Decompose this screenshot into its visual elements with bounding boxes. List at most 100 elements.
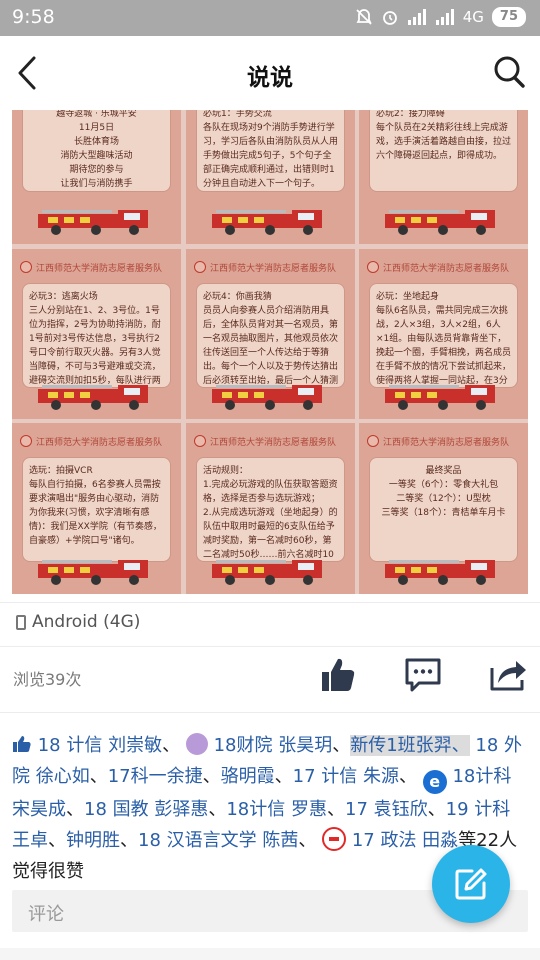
seal-icon xyxy=(20,435,32,447)
liker-name[interactable]: 18 国教 彭驿惠 xyxy=(84,799,208,820)
search-icon[interactable] xyxy=(492,54,526,90)
separator: 、 xyxy=(66,799,84,820)
view-count: 浏览39次 xyxy=(13,670,82,689)
mute-icon xyxy=(356,9,372,25)
poster-banner: 江西师范大学消防志愿者服务队 xyxy=(20,429,173,453)
poster-banner-text: 江西师范大学消防志愿者服务队 xyxy=(210,437,337,448)
comment-dots-icon[interactable] xyxy=(403,656,443,694)
fire-truck-icon xyxy=(208,379,334,411)
seal-icon xyxy=(367,261,379,273)
poster-text: 活动规则： 1.完成必玩游戏的队伍获取答题资格，选择是否参与选玩游戏； 2.从完… xyxy=(196,457,345,562)
separator: 、 xyxy=(208,799,227,820)
poster-text: 必玩3：逃离火场 三人分别站在1、2、3号位。1号位为指挥，2号为协助持消防，耐… xyxy=(22,283,171,388)
liker-avatar-browser-icon: e xyxy=(422,770,447,794)
post-image-grid[interactable]: 越寺返城 · 乐城平安 11月5日 长胜体育场 消防大型趣味活动 期待您的参与 … xyxy=(12,110,528,594)
seal-icon xyxy=(194,261,206,273)
divider xyxy=(0,712,540,713)
liker-name[interactable]: 17 计信 朱源 xyxy=(293,766,399,787)
separator: 、 xyxy=(274,766,293,787)
poster-cell[interactable]: 江西师范大学消防志愿者服务队必玩：坐地起身 每队6名队员，需共同完成三次挑战，2… xyxy=(359,249,528,419)
share-icon[interactable] xyxy=(488,656,528,694)
liker-name[interactable]: 17 政法 田淼 xyxy=(352,830,458,851)
edit-icon xyxy=(455,868,487,900)
device-label: Android (4G) xyxy=(32,612,141,632)
fire-truck-icon xyxy=(381,379,507,411)
liker-name[interactable]: 钟明胜 xyxy=(66,830,120,851)
poster-cell[interactable]: 越寺返城 · 乐城平安 11月5日 长胜体育场 消防大型趣味活动 期待您的参与 … xyxy=(12,110,181,244)
thumbs-up-icon[interactable] xyxy=(318,656,358,694)
seal-icon xyxy=(20,261,32,273)
separator: 、 xyxy=(89,766,108,787)
seal-icon xyxy=(367,435,379,447)
poster-text: 最终奖品 一等奖（6个）：零食大礼包 二等奖（12个）：U型枕 三等奖（18个）… xyxy=(369,457,518,562)
poster-text: 必玩4：你画我猜 员员人向参赛人员介绍消防用具后，全体队员背对其一名观员，第一名… xyxy=(196,283,345,388)
separator: 、 xyxy=(427,799,446,820)
liker-name-highlighted[interactable]: 新传1班张羿 xyxy=(350,735,452,756)
poster-cell[interactable]: 江西师范大学消防志愿者服务队最终奖品 一等奖（6个）：零食大礼包 二等奖（12个… xyxy=(359,423,528,594)
liker-name[interactable]: 18计信 罗惠 xyxy=(226,799,327,820)
alarm-icon xyxy=(382,11,397,25)
poster-banner-text: 江西师范大学消防志愿者服务队 xyxy=(383,437,510,448)
poster-banner-text: 江西师范大学消防志愿者服务队 xyxy=(210,263,337,274)
separator: 、 xyxy=(120,830,138,851)
like-thumb-icon xyxy=(13,736,31,752)
poster-banner-text: 江西师范大学消防志愿者服务队 xyxy=(383,263,510,274)
fire-truck-icon xyxy=(381,554,507,586)
separator: 、 xyxy=(327,799,345,820)
poster-banner: 江西师范大学消防志愿者服务队 xyxy=(194,429,347,453)
phone-icon xyxy=(16,614,26,630)
poster-banner: 江西师范大学消防志愿者服务队 xyxy=(20,255,173,279)
liker-avatar xyxy=(322,827,347,851)
fire-truck-icon xyxy=(34,204,160,236)
seal-icon xyxy=(194,435,206,447)
fire-truck-icon xyxy=(208,204,334,236)
page-title: 说说 xyxy=(247,65,293,91)
status-bar: 9:58 4G 75 xyxy=(0,0,540,36)
battery-level: 75 xyxy=(491,7,526,27)
status-icons: 4G 75 xyxy=(355,7,526,27)
divider xyxy=(0,646,540,647)
poster-banner: 江西师范大学消防志愿者服务队 xyxy=(367,255,520,279)
top-navbar: 说说 xyxy=(0,36,540,110)
network-type: 4G xyxy=(462,8,484,26)
separator: 、 xyxy=(48,830,66,851)
poster-cell[interactable]: 必玩1：手势交流 各队在现场对9个消防手势进行学习，学习后各队由消防队员从人用手… xyxy=(186,110,355,244)
liker-name[interactable]: 18财院 张昊玥 xyxy=(214,735,333,756)
divider xyxy=(0,602,540,603)
poster-cell[interactable]: 江西师范大学消防志愿者服务队选玩：拍摄VCR 每队自行拍摄，6名参赛人员需按要求… xyxy=(12,423,181,594)
liker-avatar xyxy=(185,733,208,755)
poster-cell[interactable]: 江西师范大学消防志愿者服务队活动规则： 1.完成必玩游戏的队伍获取答题资格，选择… xyxy=(186,423,355,594)
device-info: Android (4G) xyxy=(16,612,140,632)
liker-name[interactable]: 17 袁钰欣 xyxy=(345,799,428,820)
fire-truck-icon xyxy=(208,554,334,586)
status-time: 9:58 xyxy=(12,6,55,28)
poster-text: 必玩：坐地起身 每队6名队员，需共同完成三次挑战，2人×3组，3人×2组，6人×… xyxy=(369,283,518,388)
poster-banner: 江西师范大学消防志愿者服务队 xyxy=(194,255,347,279)
liker-name[interactable]: 18 汉语言文学 陈茜 xyxy=(138,830,298,851)
liker-name[interactable]: 17科一余捷 xyxy=(108,766,203,787)
liker-name[interactable]: 18 计信 刘崇敏 xyxy=(38,735,162,756)
bottom-strip xyxy=(0,948,540,960)
separator: 、 xyxy=(451,735,470,756)
separator: 、 xyxy=(332,735,351,756)
compose-button[interactable] xyxy=(432,845,510,923)
separator: 、 xyxy=(399,766,417,787)
separator: 、 xyxy=(202,766,221,787)
separator: 、 xyxy=(162,735,181,756)
poster-cell[interactable]: 必玩2：接力障碍 每个队员在2关精彩往线上完成游戏，选手演活着路越自由接，拉过六… xyxy=(359,110,528,244)
poster-banner-text: 江西师范大学消防志愿者服务队 xyxy=(36,437,163,448)
fire-truck-icon xyxy=(34,379,160,411)
poster-cell[interactable]: 江西师范大学消防志愿者服务队必玩3：逃离火场 三人分别站在1、2、3号位。1号位… xyxy=(12,249,181,419)
fire-truck-icon xyxy=(34,554,160,586)
poster-cell[interactable]: 江西师范大学消防志愿者服务队必玩4：你画我猜 员员人向参赛人员介绍消防用具后，全… xyxy=(186,249,355,419)
poster-text: 必玩2：接力障碍 每个队员在2关精彩往线上完成游戏，选手演活着路越自由接，拉过六… xyxy=(369,110,518,192)
poster-banner-text: 江西师范大学消防志愿者服务队 xyxy=(36,263,163,274)
liker-name[interactable]: 骆明霞 xyxy=(221,766,275,787)
fire-truck-icon xyxy=(381,204,507,236)
separator: 、 xyxy=(298,830,317,851)
poster-text: 选玩：拍摄VCR 每队自行拍摄，6名参赛人员需按要求演唱出"服务由心驱动，消防为… xyxy=(22,457,171,562)
poster-text: 越寺返城 · 乐城平安 11月5日 长胜体育场 消防大型趣味活动 期待您的参与 … xyxy=(22,110,171,192)
signal-icon xyxy=(407,9,426,25)
signal-icon-2 xyxy=(435,9,454,25)
poster-banner: 江西师范大学消防志愿者服务队 xyxy=(367,429,520,453)
